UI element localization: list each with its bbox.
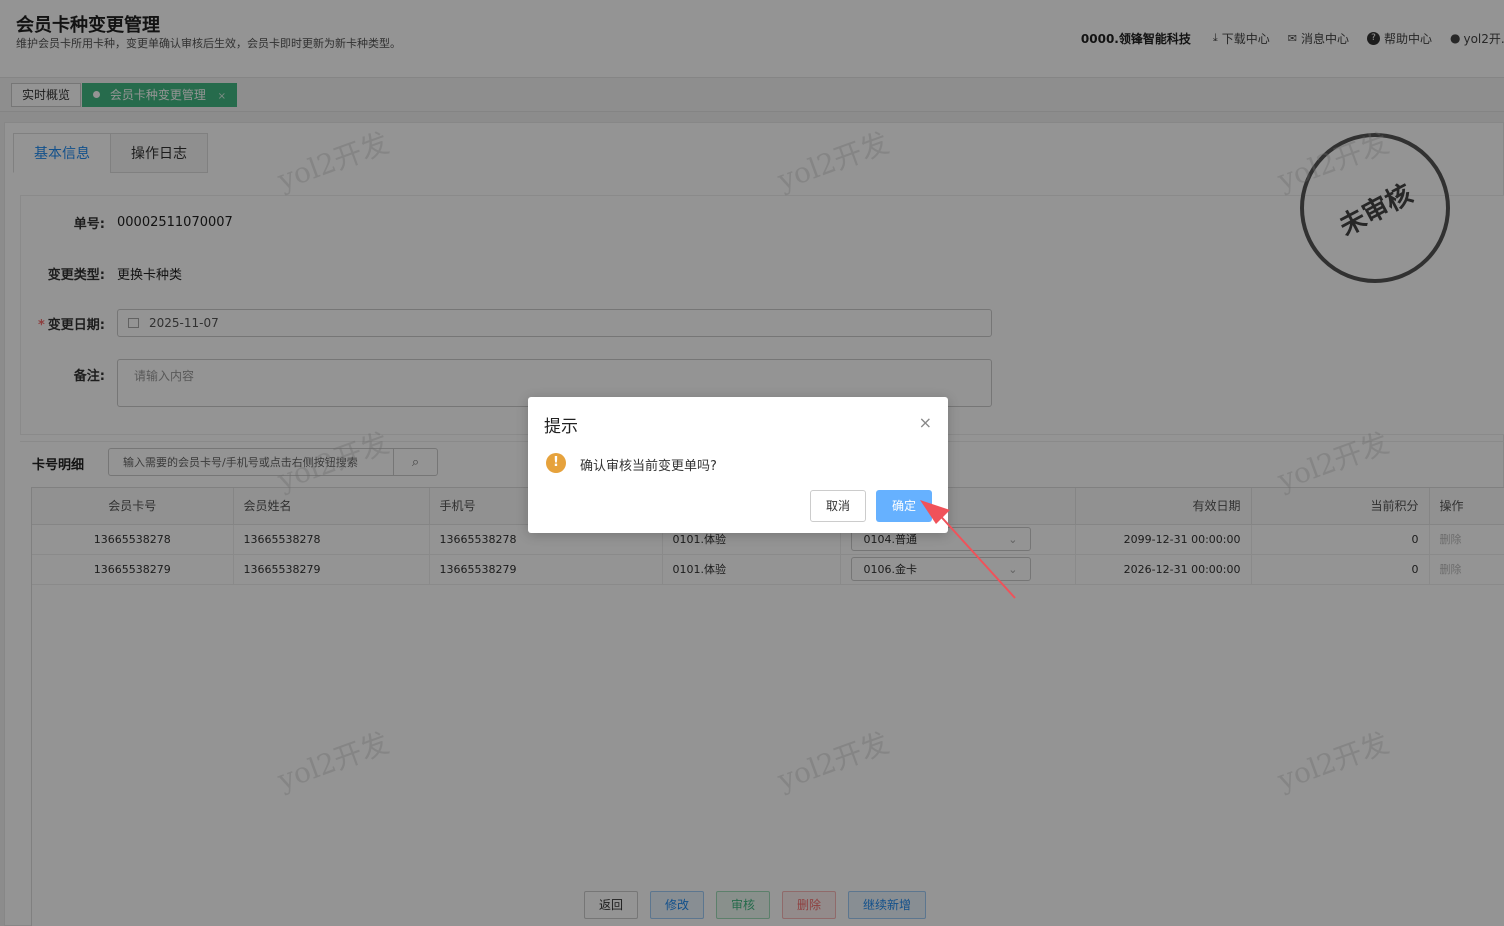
confirm-dialog: 提示 × ! 确认审核当前变更单吗? 取消 确定	[528, 397, 948, 533]
confirm-button[interactable]: 确定	[876, 490, 932, 522]
warning-icon: !	[546, 453, 566, 473]
close-icon[interactable]: ×	[919, 413, 932, 432]
cancel-button[interactable]: 取消	[810, 490, 866, 522]
dialog-title: 提示	[544, 417, 578, 437]
dialog-message: 确认审核当前变更单吗?	[580, 459, 717, 474]
